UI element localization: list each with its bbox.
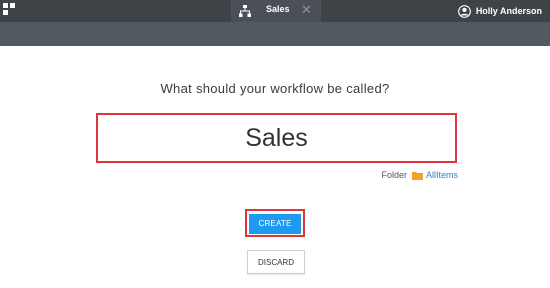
folder-selector: Folder AllItems [381,170,458,180]
apps-grid-icon[interactable] [3,3,15,15]
create-button[interactable]: CREATE [249,213,301,234]
tab-label: Sales [266,4,290,14]
workflow-name-field [96,113,457,163]
folder-link[interactable]: AllItems [426,170,458,180]
folder-label: Folder [381,170,407,180]
top-navigation-bar: Sales ✕ Holly Anderson [0,0,550,22]
workflow-name-input[interactable] [98,115,455,161]
user-avatar-icon [457,4,471,18]
close-icon[interactable]: ✕ [301,2,312,18]
workflow-name-prompt: What should your workflow be called? [160,81,390,96]
workflow-icon [239,5,251,17]
discard-button[interactable]: DISCARD [247,250,305,274]
secondary-toolbar [0,22,550,46]
tab-workflow[interactable]: Sales ✕ [231,0,321,22]
create-button-highlight: CREATE [245,209,305,237]
user-name: Holly Anderson [475,6,542,16]
folder-icon [411,171,423,180]
user-menu[interactable]: Holly Anderson [457,3,542,19]
